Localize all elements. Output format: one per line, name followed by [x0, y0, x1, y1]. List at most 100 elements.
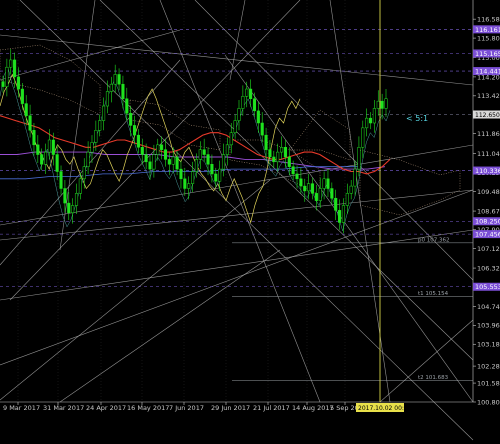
candle-body	[326, 178, 330, 189]
candle-body	[144, 154, 148, 163]
candle-body	[67, 202, 71, 214]
candle-body	[175, 156, 179, 170]
risk-reward-annotation: < 5:1	[406, 114, 428, 123]
chart-root: p0 107.362 t1 105.154 t2 101.683 116.580 11…	[0, 0, 500, 444]
candle-body	[233, 120, 237, 133]
candle-body	[341, 205, 345, 223]
candle-body	[279, 147, 284, 153]
candle-body	[368, 117, 373, 124]
candle-body	[40, 154, 44, 165]
price-tick-label: 100.800	[477, 398, 500, 406]
candle-body	[136, 134, 140, 148]
price-level-badge-text: 114.441	[475, 67, 500, 75]
candle-body	[47, 139, 51, 153]
candle-body	[221, 154, 226, 170]
price-level-badge-text: 108.250	[475, 218, 500, 226]
candle-body	[384, 98, 388, 109]
candle-body	[314, 193, 318, 201]
candle-body	[338, 210, 342, 223]
candle-body	[225, 144, 229, 155]
candle-body	[237, 108, 241, 121]
candle-body	[156, 144, 160, 155]
price-tick-label: 103.180	[477, 341, 500, 349]
candle-body	[63, 188, 67, 204]
candle-body	[94, 130, 98, 143]
candle-body	[241, 96, 245, 109]
object-level-label: t1 105.154	[418, 291, 449, 297]
object-level-label: t2 101.683	[418, 375, 449, 381]
candle-body	[194, 159, 198, 172]
price-chart: p0 107.362 t1 105.154 t2 101.683 116.580 11…	[0, 0, 500, 444]
candle-body	[1, 81, 5, 87]
candle-body	[318, 188, 322, 201]
candle-body	[171, 156, 175, 165]
candle-body	[365, 117, 369, 129]
time-tick-label: 29 Jun 2017	[211, 404, 250, 412]
candle-body	[303, 185, 307, 192]
candle-body	[260, 122, 264, 136]
candle-body	[74, 193, 79, 206]
candle-body	[191, 171, 195, 184]
candle-body	[121, 83, 125, 99]
candle-body	[376, 100, 380, 109]
price-tick-label: 108.670	[477, 207, 500, 215]
price-level-badge-text: 110.336	[475, 167, 500, 175]
candle-body	[163, 149, 168, 160]
candle-body	[252, 98, 257, 112]
candle-body	[183, 178, 187, 189]
candle-body	[245, 88, 249, 97]
candle-body	[322, 178, 326, 189]
candle-body	[229, 132, 233, 146]
price-tick-label: 107.120	[477, 245, 500, 253]
candle-body	[16, 76, 21, 90]
time-axis: 9 Mar 2017 31 Mar 2017 24 Apr 2017 16 May 2…	[3, 402, 367, 412]
candle-body	[152, 154, 156, 170]
time-tick-label: 7 Jun 2017	[169, 404, 204, 412]
candle-body	[334, 197, 338, 211]
candle-body	[291, 166, 295, 175]
price-tick-label: 115.800	[477, 34, 500, 42]
candle-body	[372, 108, 376, 124]
candle-body	[349, 185, 353, 194]
object-level-label: p0 107.362	[418, 237, 449, 243]
candle-body	[307, 183, 311, 192]
candle-body	[71, 205, 75, 214]
price-tick-label: 111.040	[477, 150, 500, 158]
price-tick-label: 113.420	[477, 92, 500, 100]
candle-body	[98, 120, 102, 131]
price-tick-label: 103.960	[477, 322, 500, 330]
candle-body	[36, 144, 40, 155]
candle-body	[44, 151, 48, 165]
price-tick-label: 102.280	[477, 362, 500, 370]
candle-body	[361, 127, 365, 148]
candle-body	[167, 159, 171, 165]
candle-body	[272, 156, 276, 163]
candle-body	[129, 113, 133, 126]
candle-body	[109, 83, 113, 92]
candle-body	[198, 149, 202, 160]
price-tick-label: 101.580	[477, 379, 500, 387]
candle-body	[86, 151, 90, 167]
candle-body	[283, 147, 287, 158]
price-level-badge-text: 115.165	[475, 50, 500, 58]
time-tick-label: 31 Mar 2017	[43, 404, 84, 412]
candle-body	[24, 103, 28, 116]
candle-body	[78, 178, 82, 194]
candle-body	[55, 154, 59, 172]
candle-body	[32, 130, 36, 146]
candle-body	[264, 134, 268, 150]
time-tick-label: 21 Jul 2017	[253, 404, 290, 412]
candle-body	[179, 168, 183, 180]
current-price-text: 112.650	[475, 112, 500, 119]
price-tick-label: 111.860	[477, 130, 500, 138]
candle-body	[13, 59, 17, 78]
candle-body	[214, 173, 218, 182]
candle-body	[295, 173, 299, 180]
time-tick-label: 9 Mar 2017	[3, 404, 40, 412]
candle-body	[276, 151, 280, 163]
price-tick-label: 104.740	[477, 303, 500, 311]
price-level-badge-text: 105.553	[475, 283, 500, 291]
candle-body	[20, 88, 24, 104]
price-level-badge-text: 107.456	[475, 231, 500, 239]
candle-body	[380, 100, 384, 109]
